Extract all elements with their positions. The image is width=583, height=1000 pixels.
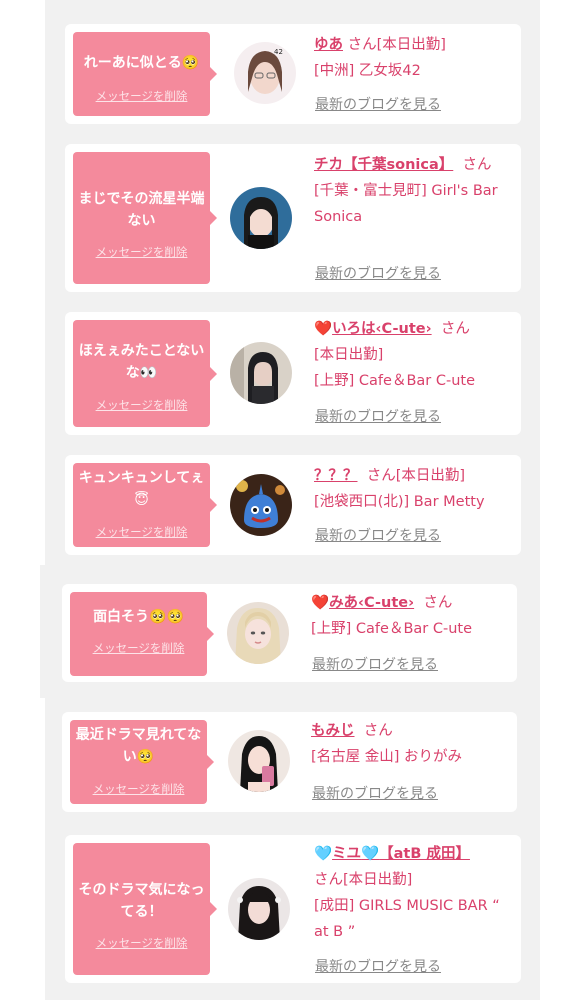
honorific: さん	[423, 595, 453, 611]
cast-info: ❤️いろは‹C-ute› さん [本日出勤] [上野] Cafe＆Bar C-u…	[314, 316, 514, 394]
message-card: れーあに似とる🥺 メッセージを削除 42 ゆあ さん[本日出勤] [中洲] 乙女…	[65, 24, 521, 124]
shop-text: [千葉・富士見町] Girl's Bar Sonica	[314, 183, 498, 225]
status-text: [本日出勤]	[376, 37, 446, 53]
cast-info: ゆあ さん[本日出勤] [中洲] 乙女坂42	[314, 32, 514, 84]
shop-text: [上野] Cafe＆Bar C-ute	[311, 621, 473, 637]
message-text: そのドラマ気になってる！	[78, 882, 205, 920]
message-text: 面白そう🥺🥺	[93, 609, 184, 625]
avatar[interactable]	[230, 474, 292, 536]
cast-name-link[interactable]: ゆあ	[314, 37, 343, 53]
cast-info: ？？？ さん[本日出勤] [池袋西口(北)] Bar Metty	[314, 463, 514, 515]
latest-blog-link[interactable]: 最新のブログを見る	[315, 94, 441, 114]
latest-blog-link[interactable]: 最新のブログを見る	[312, 654, 438, 674]
heart-icon: 🩵	[314, 846, 333, 862]
shop-text: [名古屋 金山] おりがみ	[311, 749, 463, 765]
delete-message-link[interactable]: メッセージを削除	[70, 640, 207, 656]
cast-name-link[interactable]: チカ【千葉sonica】	[314, 157, 453, 173]
message-bubble: 面白そう🥺🥺 メッセージを削除	[70, 592, 214, 676]
shop-text: [成田] GIRLS MUSIC BAR “ at B ”	[314, 898, 500, 940]
honorific: さん	[462, 157, 492, 173]
delete-message-link[interactable]: メッセージを削除	[73, 397, 210, 413]
message-card: ほえぇみたことないな👀 メッセージを削除 ❤️いろは‹C-ute› さん [本日…	[65, 312, 521, 435]
cast-info: チカ【千葉sonica】 さん [千葉・富士見町] Girl's Bar Son…	[314, 152, 514, 230]
cast-name-link[interactable]: ？？？	[314, 468, 358, 484]
cast-shop-tag: 【atB 成田】	[379, 846, 470, 862]
message-text: キュンキュンしてぇ😇	[78, 470, 205, 508]
avatar[interactable]	[228, 730, 290, 792]
message-card: まじでその流星半端ない メッセージを削除 チカ【千葉sonica】 さん [千葉…	[65, 144, 521, 292]
status-text: [本日出勤]	[314, 347, 384, 363]
cast-info: もみじ さん [名古屋 金山] おりがみ	[311, 718, 511, 770]
cast-name-link[interactable]: みあ‹C-ute›	[329, 595, 414, 611]
avatar[interactable]: 42	[234, 42, 296, 104]
honorific: さん	[366, 468, 396, 484]
heart-icon: 🩵	[361, 846, 380, 862]
message-text: まじでその流星半端ない	[78, 191, 205, 229]
avatar[interactable]	[230, 187, 292, 249]
cast-info: 🩵ミユ🩵【atB 成田】 さん[本日出勤] [成田] GIRLS MUSIC B…	[314, 841, 514, 945]
latest-blog-link[interactable]: 最新のブログを見る	[315, 406, 441, 426]
message-text: 最近ドラマ見れてない🥺	[75, 727, 202, 765]
latest-blog-link[interactable]: 最新のブログを見る	[315, 263, 441, 283]
status-text: [本日出勤]	[395, 468, 466, 484]
svg-text:42: 42	[274, 48, 283, 56]
honorific: さん	[363, 723, 393, 739]
shop-text: [池袋西口(北)] Bar Metty	[314, 494, 485, 510]
avatar[interactable]	[230, 342, 292, 404]
heart-icon: ❤️	[311, 595, 330, 611]
message-text: ほえぇみたことないな👀	[78, 343, 205, 381]
message-text: れーあに似とる🥺	[83, 55, 200, 71]
message-bubble: キュンキュンしてぇ😇 メッセージを削除	[73, 463, 217, 547]
message-card: 最近ドラマ見れてない🥺 メッセージを削除 もみじ さん [名古屋 金山] おりが…	[62, 712, 517, 812]
message-bubble: ほえぇみたことないな👀 メッセージを削除	[73, 320, 217, 427]
delete-message-link[interactable]: メッセージを削除	[73, 524, 210, 540]
message-bubble: そのドラマ気になってる！ メッセージを削除	[73, 843, 217, 975]
cast-info: ❤️みあ‹C-ute› さん [上野] Cafe＆Bar C-ute	[311, 590, 511, 642]
delete-message-link[interactable]: メッセージを削除	[70, 781, 207, 797]
message-bubble: まじでその流星半端ない メッセージを削除	[73, 152, 217, 284]
latest-blog-link[interactable]: 最新のブログを見る	[315, 956, 441, 976]
cast-name-link[interactable]: ミユ🩵【atB 成田】	[332, 846, 470, 862]
latest-blog-link[interactable]: 最新のブログを見る	[312, 783, 438, 803]
honorific: さん	[347, 37, 377, 53]
message-bubble: 最近ドラマ見れてない🥺 メッセージを削除	[70, 720, 214, 804]
avatar[interactable]	[227, 602, 289, 664]
heart-icon: ❤️	[314, 321, 333, 337]
message-card: キュンキュンしてぇ😇 メッセージを削除 ？？？ さん[本日出勤] [池袋西口(北…	[65, 455, 521, 555]
cast-name-text: ミユ	[332, 846, 362, 862]
cast-name-link[interactable]: いろは‹C-ute›	[332, 321, 432, 337]
delete-message-link[interactable]: メッセージを削除	[73, 935, 210, 951]
shop-text: [中洲] 乙女坂42	[314, 63, 421, 79]
message-card: そのドラマ気になってる！ メッセージを削除 🩵ミユ🩵【atB 成田】 さん[本日…	[65, 835, 521, 983]
honorific: さん	[440, 321, 470, 337]
honorific: さん	[314, 872, 343, 888]
status-text: [本日出勤]	[343, 872, 413, 888]
delete-message-link[interactable]: メッセージを削除	[73, 244, 210, 260]
latest-blog-link[interactable]: 最新のブログを見る	[315, 525, 441, 545]
shop-text: [上野] Cafe＆Bar C-ute	[314, 373, 476, 389]
cast-name-link[interactable]: もみじ	[311, 723, 355, 739]
delete-message-link[interactable]: メッセージを削除	[73, 88, 210, 104]
avatar[interactable]	[228, 878, 290, 940]
message-bubble: れーあに似とる🥺 メッセージを削除	[73, 32, 217, 116]
message-card: 面白そう🥺🥺 メッセージを削除 ❤️みあ‹C-ute› さん [上野] Cafe…	[62, 584, 517, 682]
